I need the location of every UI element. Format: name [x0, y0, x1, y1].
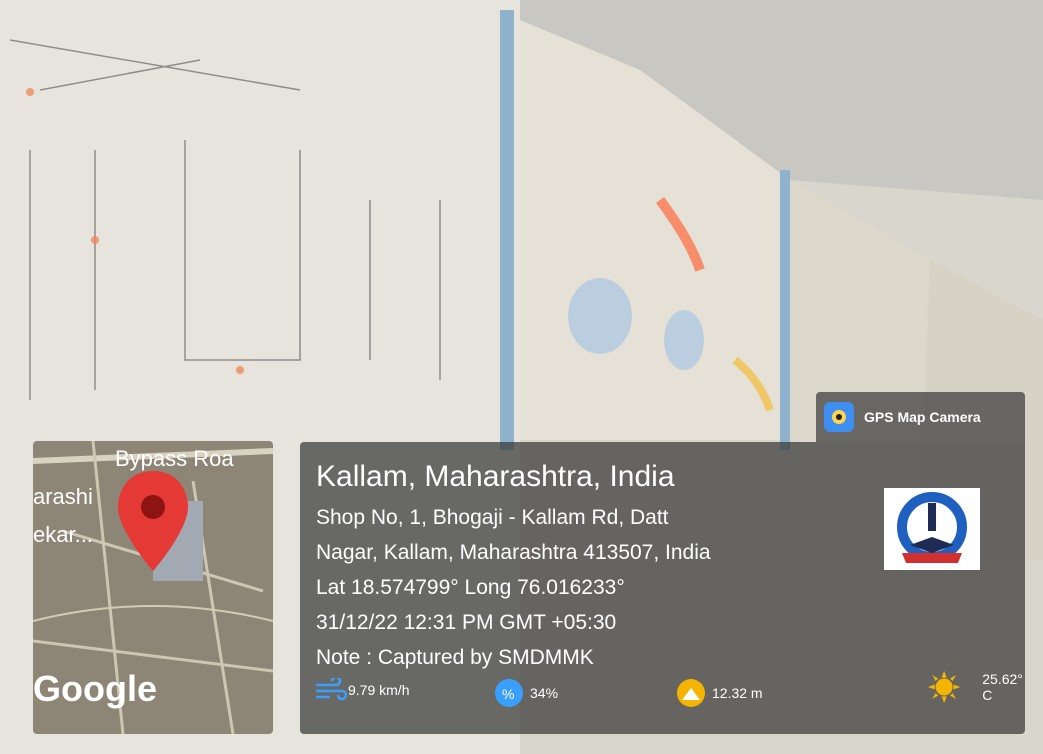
wind-speed: 9.79 km/h	[314, 678, 409, 702]
temperature-value: 25.62° C	[982, 671, 1023, 703]
app-name: GPS Map Camera	[864, 409, 981, 425]
location-title: Kallam, Maharashtra, India	[316, 460, 675, 493]
map-thumbnail: Bypass Roa arashi ekar... Google	[33, 441, 273, 734]
sun-icon	[928, 670, 961, 704]
app-badge: GPS Map Camera	[816, 392, 1025, 442]
altitude-value: 12.32 m	[712, 685, 763, 701]
map-area-label-1: arashi	[33, 484, 93, 509]
address-line-2: Nagar, Kallam, Maharashtra 413507, India	[316, 541, 711, 564]
humidity-icon: %	[495, 679, 523, 707]
wind-speed-value: 9.79 km/h	[348, 682, 410, 698]
camera-pin-icon	[824, 402, 854, 432]
note: Note : Captured by SMDMMK	[316, 646, 594, 669]
map-road-label: Bypass Roa	[115, 446, 234, 471]
map-image: Bypass Roa arashi ekar... Google	[33, 441, 273, 734]
location-info-panel: Kallam, Maharashtra, India Shop No, 1, B…	[300, 442, 1025, 734]
institution-logo	[884, 488, 980, 570]
coordinates: Lat 18.574799° Long 76.016233°	[316, 576, 625, 599]
wind-icon	[316, 678, 348, 701]
map-area-label-2: ekar...	[33, 522, 93, 547]
google-logo: Google	[33, 668, 157, 709]
humidity-value: 34%	[530, 685, 559, 701]
humidity: % 34%	[494, 678, 558, 708]
datetime: 31/12/22 12:31 PM GMT +05:30	[316, 611, 617, 634]
altitude: 12.32 m	[676, 678, 763, 708]
address-line-1: Shop No, 1, Bhogaji - Kallam Rd, Datt	[316, 506, 669, 529]
temperature: 25.62° C	[928, 668, 1029, 706]
altitude-icon	[677, 679, 705, 707]
svg-text:%: %	[502, 686, 514, 702]
